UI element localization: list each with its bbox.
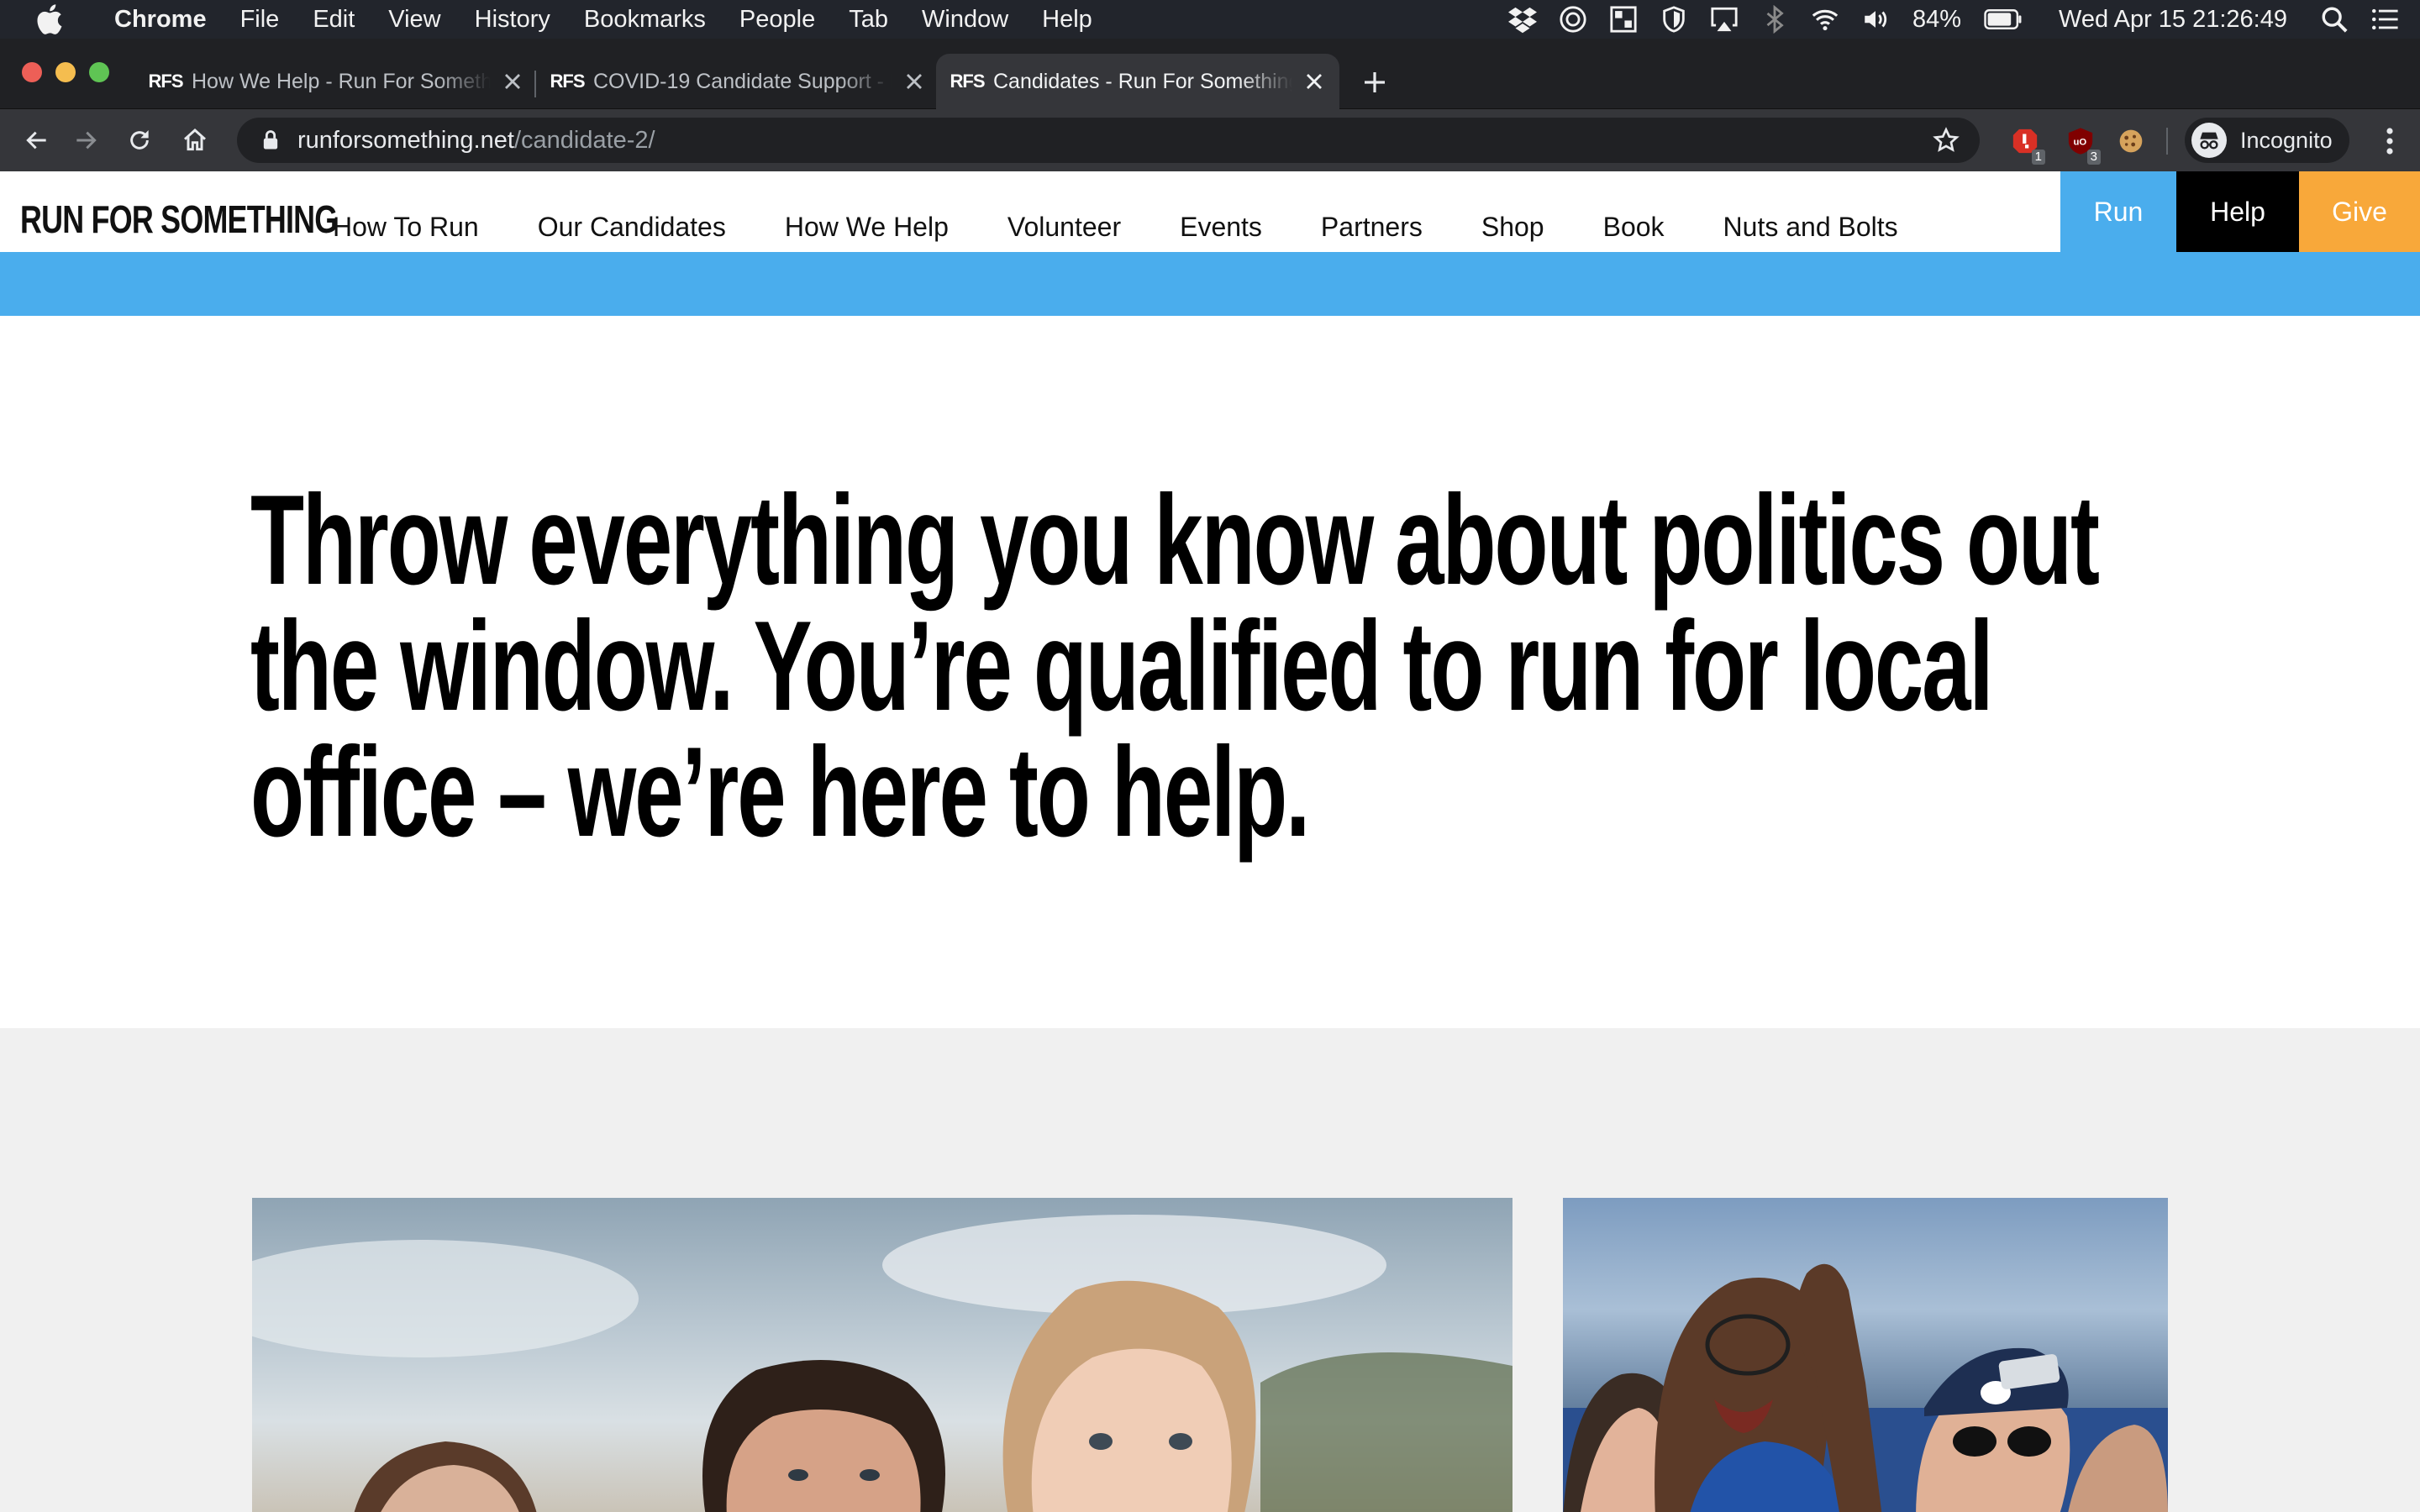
back-arrow-icon[interactable] — [13, 117, 60, 164]
headline-line: Throw everything you know about politics… — [250, 469, 2100, 612]
new-tab-plus-icon[interactable] — [1356, 64, 1393, 101]
menu-edit[interactable]: Edit — [296, 6, 371, 34]
nav-volunteer[interactable]: Volunteer — [1007, 212, 1121, 243]
svg-text:uO: uO — [2074, 137, 2087, 147]
window-minimize-button[interactable] — [55, 62, 76, 82]
menu-people[interactable]: People — [723, 6, 832, 34]
rfs-favicon-icon: RFS — [950, 71, 986, 92]
reload-icon[interactable] — [116, 117, 163, 164]
menubar-clock[interactable]: Wed Apr 15 21:26:49 — [2059, 6, 2287, 34]
airplay-icon[interactable] — [1709, 4, 1739, 34]
nav-events[interactable]: Events — [1180, 212, 1262, 243]
site-header: RUN FOR SOMETHING How To Run Our Candida… — [0, 171, 2420, 252]
grid-app-icon[interactable] — [1608, 4, 1639, 34]
menu-history[interactable]: History — [458, 6, 567, 34]
menu-tab[interactable]: Tab — [832, 6, 905, 34]
profile-label: Incognito — [2240, 127, 2333, 153]
window-zoom-button[interactable] — [89, 62, 109, 82]
bookmark-star-icon[interactable] — [1933, 127, 1960, 154]
spotlight-search-icon[interactable] — [2319, 4, 2349, 34]
creative-cloud-icon[interactable] — [1558, 4, 1588, 34]
hero-headline: Throw everything you know about politics… — [250, 469, 2100, 864]
forward-arrow-icon[interactable] — [62, 117, 109, 164]
nav-shop[interactable]: Shop — [1481, 212, 1544, 243]
nav-our-candidates[interactable]: Our Candidates — [538, 212, 726, 243]
tab-candidates[interactable]: RFS Candidates - Run For Something — [936, 54, 1339, 109]
home-icon[interactable] — [171, 117, 218, 164]
adblock-extension-icon[interactable]: 1 — [2008, 124, 2045, 165]
menu-app-chrome[interactable]: Chrome — [97, 6, 224, 34]
nav-book[interactable]: Book — [1603, 212, 1665, 243]
shield-vpn-icon[interactable] — [1659, 4, 1689, 34]
photo-rally-crowd-cheering — [1563, 1198, 2168, 1512]
lock-icon[interactable] — [259, 129, 282, 152]
run-button[interactable]: Run — [2060, 171, 2176, 252]
notification-center-icon[interactable] — [2370, 4, 2400, 34]
menu-file[interactable]: File — [224, 6, 297, 34]
incognito-profile-button[interactable]: Incognito — [2185, 118, 2349, 163]
menu-window[interactable]: Window — [905, 6, 1025, 34]
browser-toolbar: runforsomething.net/candidate-2/ 1 uO 3 … — [0, 109, 2420, 171]
tab-covid-support[interactable]: RFS COVID-19 Candidate Support - Run For… — [536, 54, 939, 109]
rfs-favicon-icon: RFS — [550, 71, 586, 92]
nav-nuts-and-bolts[interactable]: Nuts and Bolts — [1723, 212, 1898, 243]
help-button[interactable]: Help — [2176, 171, 2299, 252]
menu-help[interactable]: Help — [1025, 6, 1109, 34]
site-nav: How To Run Our Candidates How We Help Vo… — [333, 212, 1957, 243]
wifi-icon[interactable] — [1810, 4, 1840, 34]
incognito-icon — [2191, 123, 2227, 158]
macos-menu-bar: Chrome File Edit View History Bookmarks … — [0, 0, 2420, 39]
dropbox-icon[interactable] — [1507, 4, 1538, 34]
cookie-extension-icon[interactable] — [2114, 124, 2148, 158]
battery-percent: 84% — [1912, 5, 1962, 33]
tab-title: How We Help - Run For Something — [192, 69, 491, 93]
volume-icon[interactable] — [1860, 4, 1891, 34]
headline-line: office – we’re here to help. — [250, 721, 1310, 864]
menu-view[interactable]: View — [371, 6, 457, 34]
rfs-favicon-icon: RFS — [148, 71, 184, 92]
menu-bookmarks[interactable]: Bookmarks — [567, 6, 723, 34]
nav-how-to-run[interactable]: How To Run — [333, 212, 479, 243]
tab-close-icon[interactable] — [497, 66, 528, 97]
header-blue-band — [0, 252, 2420, 316]
ublock-extension-icon[interactable]: uO 3 — [2064, 124, 2101, 165]
bluetooth-icon[interactable] — [1760, 4, 1790, 34]
tab-close-icon[interactable] — [899, 66, 929, 97]
headline-line: the window. You’re qualified to run for … — [250, 595, 1994, 738]
address-bar[interactable]: runforsomething.net/candidate-2/ — [237, 118, 1980, 163]
nav-how-we-help[interactable]: How We Help — [785, 212, 949, 243]
apple-logo-icon[interactable] — [34, 3, 64, 36]
tab-how-we-help[interactable]: RFS How We Help - Run For Something — [134, 54, 538, 109]
nav-partners[interactable]: Partners — [1321, 212, 1423, 243]
hero-section: Throw everything you know about politics… — [0, 316, 2420, 1028]
browser-tab-strip: RFS How We Help - Run For Something RFS … — [0, 39, 2420, 109]
tab-title: Candidates - Run For Something — [993, 69, 1292, 93]
photo-family-with-baby — [252, 1198, 1512, 1512]
tab-title: COVID-19 Candidate Support - Run For Som… — [593, 69, 892, 93]
chrome-menu-kebab-icon[interactable] — [2383, 126, 2396, 156]
toolbar-divider — [2166, 128, 2168, 155]
address-bar-url[interactable]: runforsomething.net/candidate-2/ — [297, 127, 655, 155]
give-button[interactable]: Give — [2299, 171, 2420, 252]
window-close-button[interactable] — [22, 62, 42, 82]
battery-icon[interactable] — [1983, 4, 2023, 34]
site-logo[interactable]: RUN FOR SOMETHING — [20, 197, 338, 242]
tab-close-icon[interactable] — [1299, 66, 1329, 97]
photo-gallery-section — [0, 1028, 2420, 1512]
